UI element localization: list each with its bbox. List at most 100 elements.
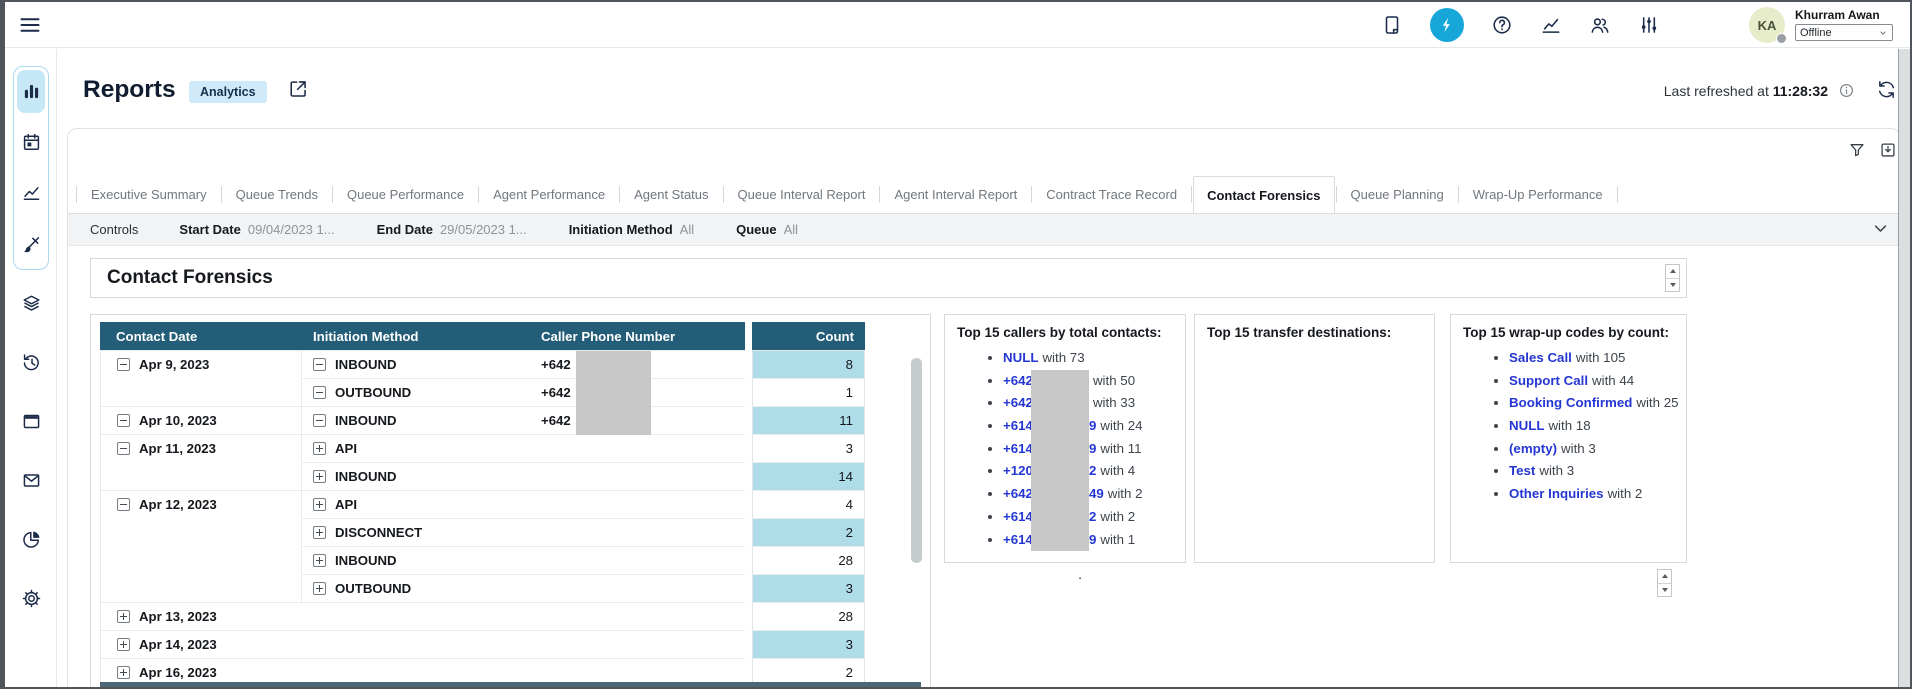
item-link[interactable]: Other Inquiries (1509, 486, 1604, 501)
horizontal-scrollbar[interactable] (100, 682, 921, 689)
spin-down-icon[interactable] (1666, 279, 1679, 292)
menu-icon[interactable] (18, 13, 42, 37)
tab-executive-summary[interactable]: Executive Summary (78, 176, 220, 213)
collapse-toggle[interactable] (313, 414, 326, 427)
controls-collapse-icon[interactable] (1871, 219, 1890, 238)
agents-button[interactable] (1589, 14, 1611, 36)
column-header-caller-phone-number[interactable]: Caller Phone Number (532, 322, 745, 350)
item-link[interactable]: +642 (1003, 486, 1033, 501)
notes-button[interactable] (1381, 14, 1403, 36)
sidebar-item-bar-chart[interactable] (17, 70, 45, 113)
refresh-icon[interactable] (1876, 79, 1897, 100)
spin-up-icon[interactable] (1666, 265, 1679, 279)
collapse-toggle[interactable] (313, 386, 326, 399)
download-icon[interactable] (1879, 141, 1897, 159)
column-header-contact-date[interactable]: Contact Date (100, 322, 302, 350)
item-link[interactable]: +642 (1003, 395, 1033, 410)
expand-toggle[interactable] (313, 470, 326, 483)
page-scrollbar[interactable] (1898, 49, 1910, 687)
sidebar-item-pie-chart[interactable] (17, 529, 45, 550)
sidebar-item-window[interactable] (17, 411, 45, 432)
metrics-button[interactable] (1540, 14, 1562, 36)
help-button[interactable] (1491, 14, 1513, 36)
item-link-tail[interactable]: 2 (1089, 463, 1096, 478)
method-label: INBOUND (335, 553, 397, 568)
item-link[interactable]: +614 (1003, 418, 1033, 433)
item-link-tail[interactable]: 9 (1089, 532, 1096, 547)
status-select[interactable]: Offline (1795, 24, 1893, 41)
item-link[interactable]: +642 (1003, 373, 1033, 388)
expand-toggle[interactable] (117, 610, 130, 623)
sidebar-item-history[interactable] (17, 352, 45, 373)
tab-separator (879, 186, 880, 203)
item-link-tail[interactable]: 2 (1089, 509, 1096, 524)
tab-wrap-up-performance[interactable]: Wrap-Up Performance (1460, 176, 1616, 213)
item-link-tail[interactable]: 49 (1089, 486, 1104, 501)
item-link[interactable]: (empty) (1509, 441, 1557, 456)
collapse-toggle[interactable] (117, 498, 130, 511)
item-link[interactable]: NULL (1003, 350, 1038, 365)
tab-contract-trace-record[interactable]: Contract Trace Record (1033, 176, 1190, 213)
item-link[interactable]: Booking Confirmed (1509, 395, 1632, 410)
expand-toggle[interactable] (117, 638, 130, 651)
sidebar-item-mail[interactable] (17, 470, 45, 491)
item-link-tail[interactable]: 9 (1089, 418, 1096, 433)
sidebar-item-layers[interactable] (17, 293, 45, 314)
item-link[interactable]: Support Call (1509, 373, 1588, 388)
cell-initiation-method: DISCONNECT (302, 518, 532, 546)
filter-end-date[interactable]: End Date29/05/2023 1... (377, 222, 527, 237)
item-count-text: with 25 (1636, 395, 1678, 410)
column-header-initiation-method[interactable]: Initiation Method (302, 322, 532, 350)
filter-icon[interactable] (1848, 141, 1866, 159)
spin-down-icon[interactable] (1658, 584, 1671, 597)
tab-agent-status[interactable]: Agent Status (621, 176, 721, 213)
column-header-count[interactable]: Count (752, 322, 865, 350)
external-link-icon[interactable] (287, 78, 309, 100)
item-link[interactable]: NULL (1509, 418, 1544, 433)
date-label: Apr 13, 2023 (139, 609, 217, 624)
item-link[interactable]: Sales Call (1509, 350, 1572, 365)
collapse-toggle[interactable] (313, 358, 326, 371)
expand-toggle[interactable] (313, 582, 326, 595)
expand-toggle[interactable] (313, 526, 326, 539)
expand-toggle[interactable] (313, 442, 326, 455)
tab-queue-planning[interactable]: Queue Planning (1338, 176, 1457, 213)
collapse-toggle[interactable] (117, 442, 130, 455)
item-link[interactable]: +614 (1003, 532, 1033, 547)
tab-contact-forensics[interactable]: Contact Forensics (1193, 176, 1334, 213)
spin-up-icon[interactable] (1658, 570, 1671, 584)
sidebar-item-brush[interactable] (17, 223, 45, 266)
heading-spinner[interactable] (1665, 264, 1680, 292)
cell-initiation-method: OUTBOUND (302, 378, 532, 406)
collapse-toggle[interactable] (117, 358, 130, 371)
flash-button[interactable] (1430, 8, 1464, 42)
filter-initiation-method[interactable]: Initiation MethodAll (569, 222, 694, 237)
tab-queue-trends[interactable]: Queue Trends (223, 176, 331, 213)
tab-queue-interval-report[interactable]: Queue Interval Report (725, 176, 879, 213)
bottom-spinner[interactable] (1657, 569, 1672, 597)
item-link-tail[interactable]: 9 (1089, 441, 1096, 456)
sidebar-item-gear[interactable] (17, 588, 45, 609)
expand-toggle[interactable] (313, 498, 326, 511)
tab-agent-interval-report[interactable]: Agent Interval Report (881, 176, 1030, 213)
sidebar-item-line-chart[interactable] (17, 172, 45, 215)
filter-queue[interactable]: QueueAll (736, 222, 798, 237)
item-link[interactable]: +120 (1003, 463, 1033, 478)
collapse-toggle[interactable] (117, 414, 130, 427)
sidebar-item-calendar[interactable] (17, 121, 45, 164)
tab-queue-performance[interactable]: Queue Performance (334, 176, 477, 213)
bar-chart-icon (21, 81, 42, 102)
item-link[interactable]: Test (1509, 463, 1535, 478)
item-link[interactable]: +614 (1003, 441, 1033, 456)
info-icon[interactable] (1838, 82, 1855, 99)
vertical-scrollbar[interactable] (911, 358, 922, 563)
cell-caller-phone (532, 518, 745, 546)
list-item: Testwith 3 (1509, 462, 1674, 479)
settings-sliders-button[interactable] (1638, 14, 1660, 36)
expand-toggle[interactable] (313, 554, 326, 567)
analytics-badge[interactable]: Analytics (189, 81, 267, 103)
tab-agent-performance[interactable]: Agent Performance (480, 176, 618, 213)
expand-toggle[interactable] (117, 666, 130, 679)
item-link[interactable]: +614 (1003, 509, 1033, 524)
filter-start-date[interactable]: Start Date09/04/2023 1... (179, 222, 334, 237)
